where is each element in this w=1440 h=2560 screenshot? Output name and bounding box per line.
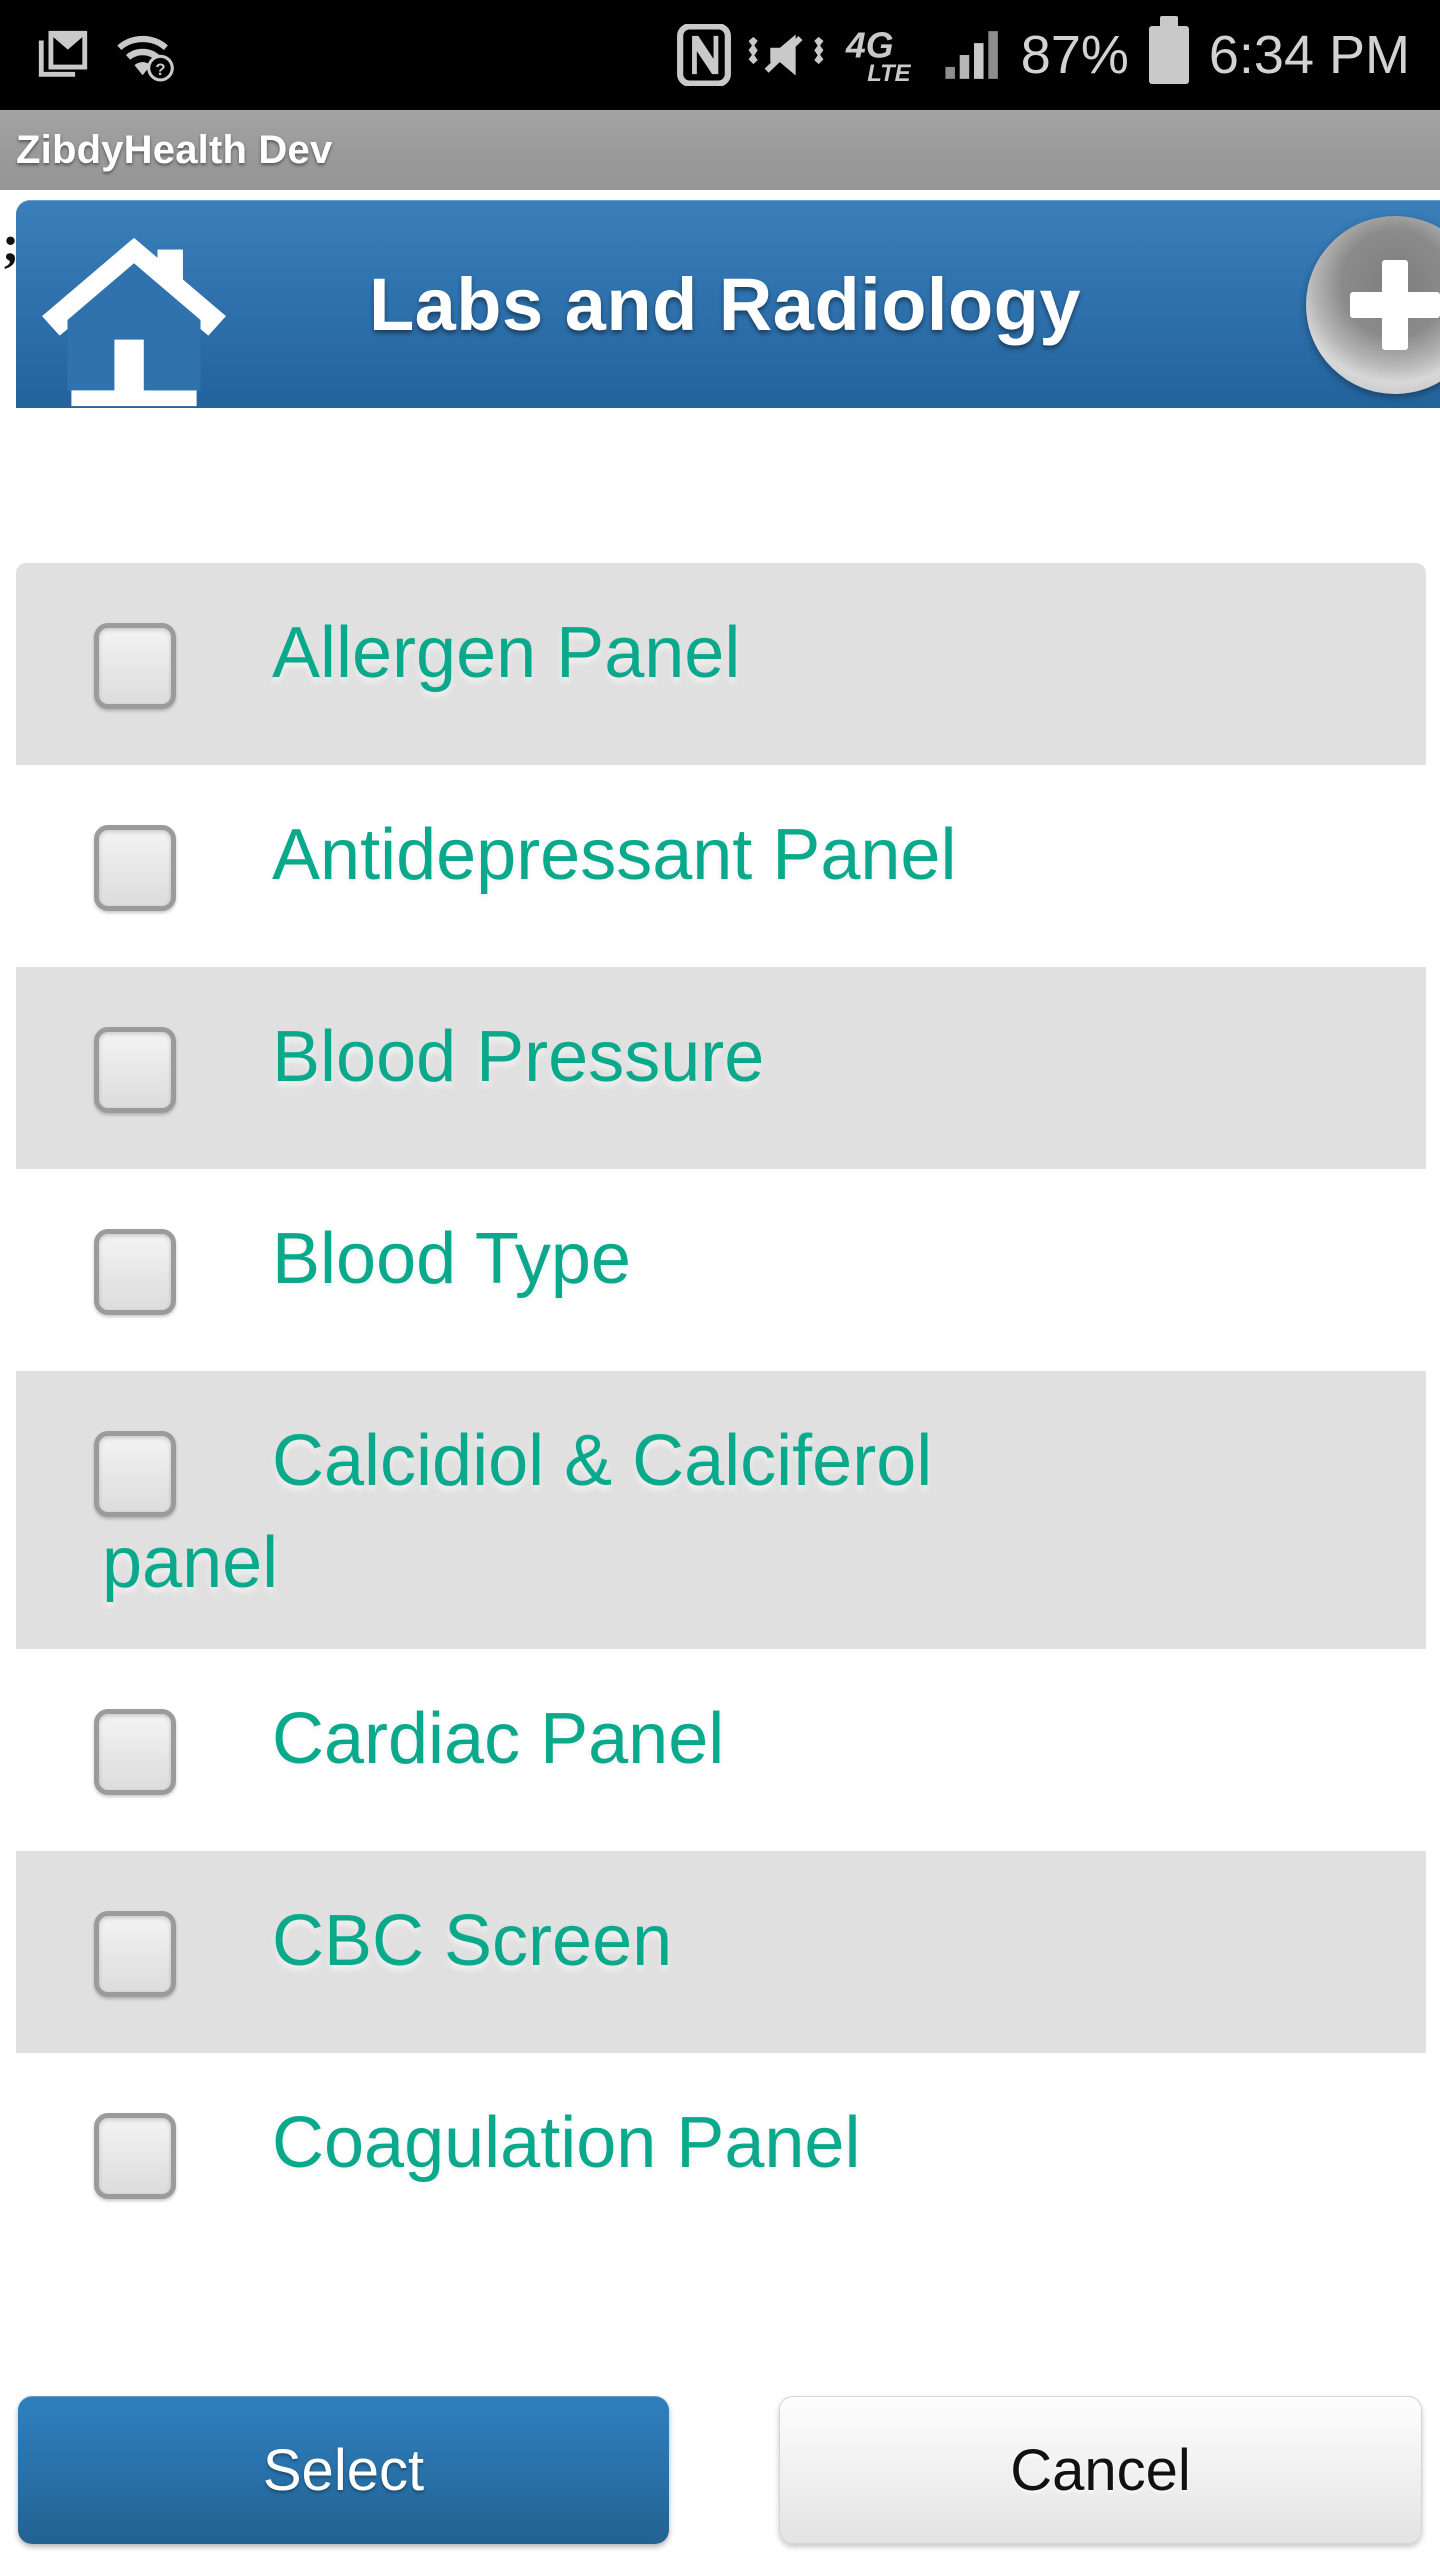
status-bar: ? 4G LTE 87% 6:34 PM [0,0,1440,110]
list-item[interactable]: Coagulation Panel [16,2053,1426,2256]
list-item-label: Allergen Panel [272,613,741,693]
list-item-label-line2: panel [102,1523,279,1604]
list-item-label: Antidepressant Panel [272,815,957,895]
select-button[interactable]: Select [18,2396,669,2544]
list-item[interactable]: Antidepressant Panel [16,765,1426,967]
header-bar: Labs and Radiology [16,200,1440,408]
list-item-label: Coagulation Panel [272,2103,861,2184]
list-item-label: Blood Pressure [272,1017,765,1097]
list-item[interactable]: CBC Screen [16,1851,1426,2054]
battery-percent: 87% [1020,25,1129,85]
svg-text:LTE: LTE [867,60,911,86]
list-item[interactable]: Allergen Panel [16,563,1426,765]
battery-icon [1148,16,1189,84]
checkbox-blood-pressure[interactable] [94,1027,176,1113]
checkbox-cardiac-panel[interactable] [94,1709,176,1796]
gmail-icon [38,30,88,77]
status-bar-left-icons: ? [0,26,176,84]
list-item[interactable]: Cardiac Panel [16,1649,1426,1852]
checkbox-blood-type[interactable] [94,1229,176,1315]
list-item-label: Calcidiol & Calciferol panel [102,1415,1386,1609]
wifi-question-icon: ? [117,35,174,82]
list-item[interactable]: Blood Type [16,1169,1426,1371]
checkbox-calcidiol-calciferol-panel[interactable] [94,1431,176,1517]
action-button-bar: Select Cancel [0,2380,1440,2560]
checkbox-antidepressant-panel[interactable] [94,825,176,911]
cancel-button[interactable]: Cancel [778,2396,1422,2544]
app-title: ZibdyHealth Dev [16,127,333,172]
clock: 6:34 PM [1208,25,1410,85]
screen-header: ; Labs and Radiology [0,196,1440,408]
checkbox-coagulation-panel[interactable] [94,2113,176,2200]
list-item-label: CBC Screen [272,1901,673,1982]
list-item-label-line1: Calcidiol & Calciferol [272,1421,933,1501]
app-title-bar: ZibdyHealth Dev [0,110,1440,190]
status-bar-right-icons: 4G LTE 87% 6:34 PM [676,16,1440,86]
checkbox-cbc-screen[interactable] [94,1911,176,1998]
list-item[interactable]: Calcidiol & Calciferol panel [16,1371,1426,1650]
4g-lte-icon: 4G LTE [845,25,912,86]
lab-test-list: Allergen Panel Antidepressant Panel Bloo… [16,563,1426,2256]
signal-bars-icon [945,31,998,79]
checkbox-allergen-panel[interactable] [94,623,176,709]
nfc-icon [676,24,731,86]
list-item[interactable]: Blood Pressure [16,967,1426,1169]
list-item-label: Blood Type [272,1219,631,1299]
list-item-label: Cardiac Panel [272,1699,725,1780]
svg-text:?: ? [155,60,165,79]
page-title: Labs and Radiology [368,262,1082,346]
mute-vibrate-icon [748,34,824,76]
